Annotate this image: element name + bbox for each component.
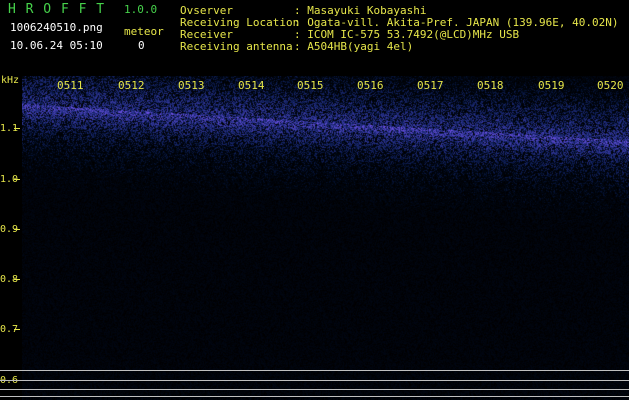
- spectrogram-canvas: [22, 76, 629, 400]
- antenna-label: Receiving antenna: [180, 40, 293, 53]
- reference-line: [0, 389, 629, 390]
- file-name: 1006240510.png: [10, 21, 103, 34]
- reference-line: [0, 396, 629, 397]
- reference-line: [0, 370, 629, 371]
- time-label: 0517: [417, 79, 444, 92]
- reference-line: [0, 380, 629, 381]
- meteor-label: meteor: [124, 25, 164, 38]
- axis-tick-mark: [14, 179, 20, 180]
- time-label: 0512: [118, 79, 145, 92]
- app-title: H R O F F T: [8, 2, 106, 17]
- time-label: 0516: [357, 79, 384, 92]
- time-label: 0519: [538, 79, 565, 92]
- axis-tick-mark: [14, 128, 20, 129]
- hroffft-window: H R O F F T 1.0.0 1006240510.png meteor …: [0, 0, 629, 400]
- time-label: 0520: [597, 79, 624, 92]
- axis-tick-mark: [14, 279, 20, 280]
- time-label: 0515: [297, 79, 324, 92]
- axis-tick-mark: [14, 229, 20, 230]
- meteor-count: 0: [138, 39, 145, 52]
- app-version: 1.0.0: [124, 3, 158, 16]
- time-label: 0514: [238, 79, 265, 92]
- axis-tick-mark: [14, 329, 20, 330]
- antenna-value: : A504HB(yagi 4el): [294, 40, 414, 53]
- datetime: 10.06.24 05:10: [10, 39, 103, 52]
- time-label: 0513: [178, 79, 205, 92]
- frequency-axis: 1.1 1.0 0.9 0.8 0.7 0.6: [0, 76, 22, 400]
- time-label: 0511: [57, 79, 84, 92]
- time-label: 0518: [477, 79, 504, 92]
